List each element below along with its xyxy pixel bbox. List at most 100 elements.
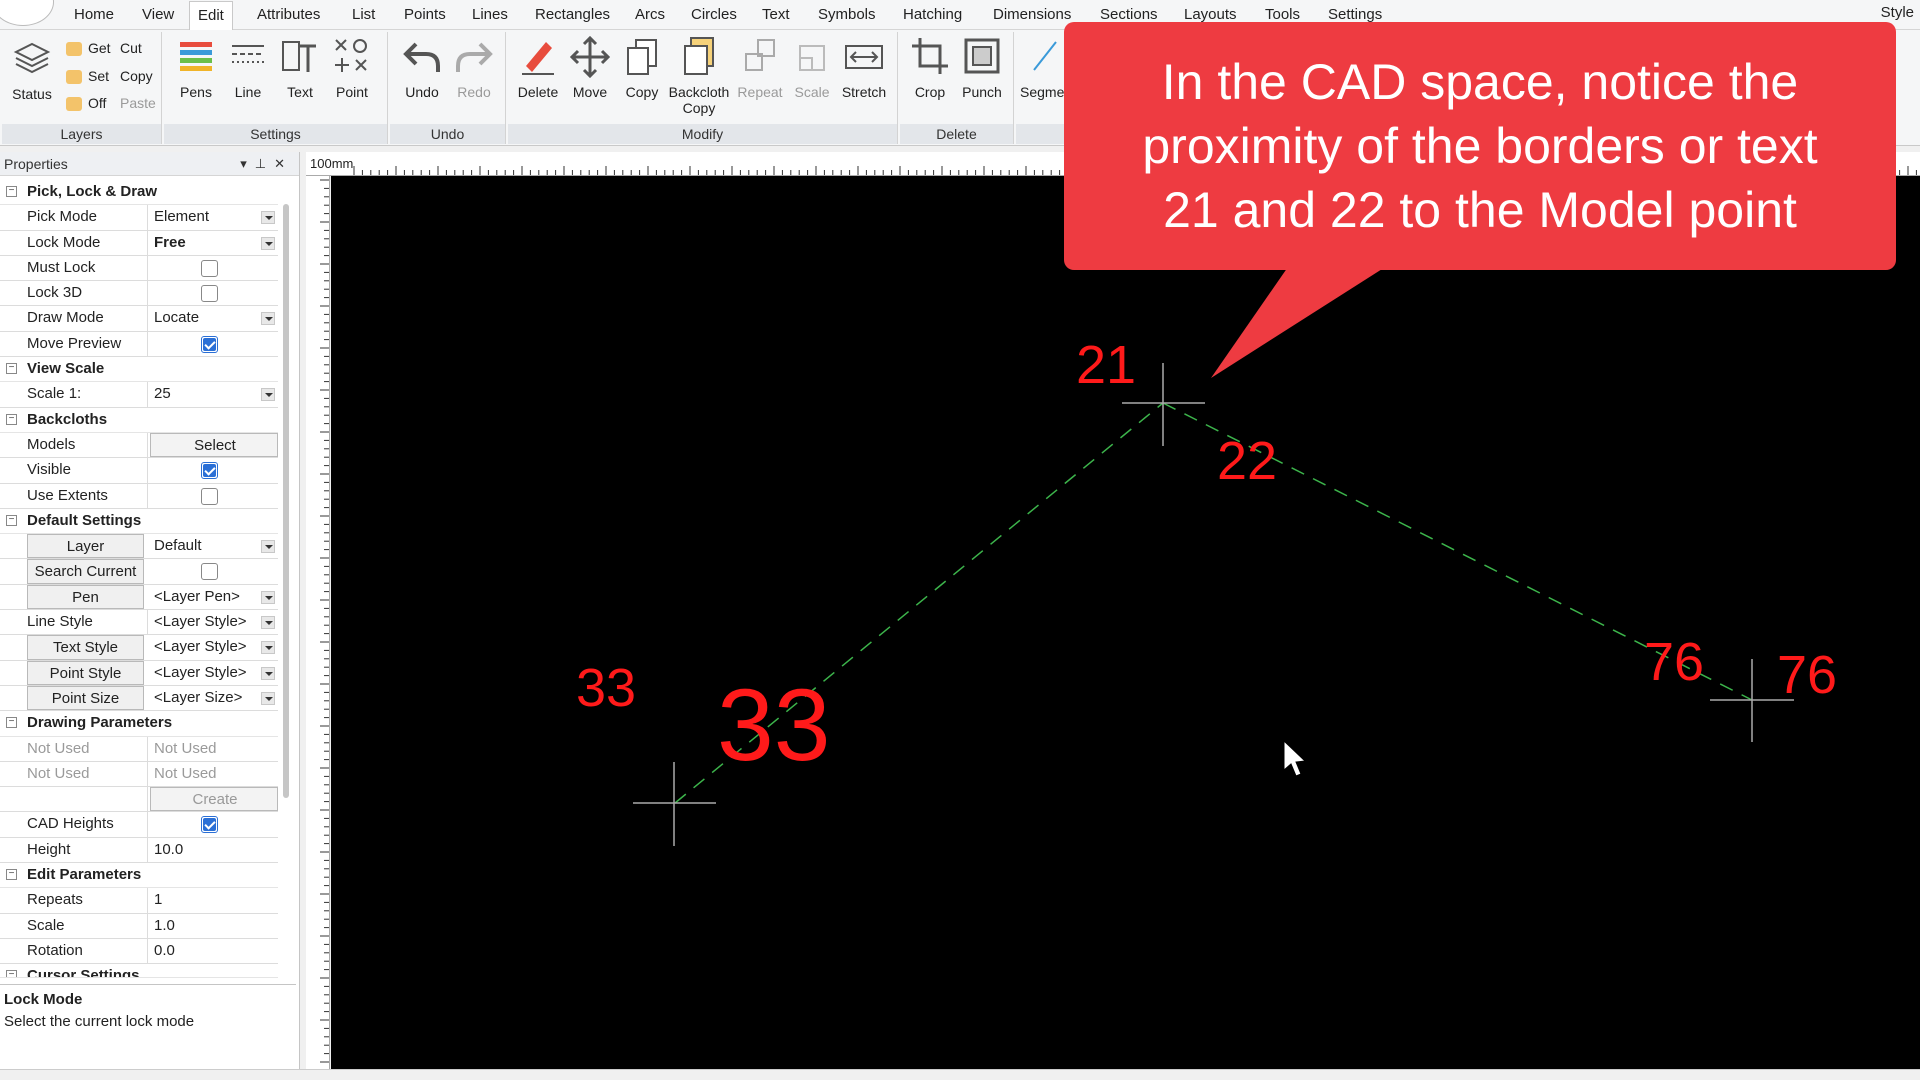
dropdown-arrow-icon[interactable] <box>261 616 275 630</box>
redo-button[interactable]: Redo <box>448 36 500 100</box>
cad-canvas[interactable]: 21 22 33 33 76 76 <box>331 176 1920 1069</box>
property-value[interactable]: 0.0 <box>152 939 278 963</box>
lock-3d-checkbox[interactable] <box>201 285 218 303</box>
point-settings-button[interactable]: Point <box>326 36 378 100</box>
cad-heights-checkbox[interactable] <box>201 816 218 834</box>
dropdown-arrow-icon[interactable] <box>261 312 275 326</box>
property-line-style[interactable]: Line Style <Layer Style> <box>0 610 278 636</box>
property-edit-scale[interactable]: Scale 1.0 <box>0 913 278 939</box>
menu-symbols[interactable]: Symbols <box>818 6 876 23</box>
property-visible[interactable]: Visible <box>0 458 278 484</box>
visible-checkbox[interactable] <box>201 462 218 480</box>
menu-home[interactable]: Home <box>74 6 114 23</box>
property-search-current[interactable]: Search Current <box>0 559 278 585</box>
move-preview-checkbox[interactable] <box>201 335 218 353</box>
property-value[interactable]: 10.0 <box>152 838 278 862</box>
category-drawing-parameters[interactable]: − Drawing Parameters <box>0 711 278 737</box>
point-size-button[interactable]: Point Size <box>27 685 144 711</box>
move-button[interactable]: Move <box>564 36 616 100</box>
menu-layouts[interactable]: Layouts <box>1184 6 1237 23</box>
property-value[interactable]: Default <box>152 534 278 558</box>
use-extents-checkbox[interactable] <box>201 487 218 505</box>
collapse-icon[interactable]: − <box>6 186 17 197</box>
property-lock-mode[interactable]: Lock Mode Free <box>0 230 278 256</box>
property-scale[interactable]: Scale 1: 25 <box>0 382 278 408</box>
application-button[interactable] <box>0 0 54 26</box>
menu-dimensions[interactable]: Dimensions <box>993 6 1071 23</box>
search-current-button[interactable]: Search Current <box>27 559 144 584</box>
punch-button[interactable]: Punch <box>956 36 1008 100</box>
layer-get-button[interactable]: Get <box>66 40 111 57</box>
pens-button[interactable]: Pens <box>170 36 222 100</box>
property-create[interactable]: Create <box>0 787 278 813</box>
menu-rectangles[interactable]: Rectangles <box>535 6 610 23</box>
dropdown-arrow-icon[interactable]: ▾ <box>240 156 255 171</box>
close-icon[interactable]: ✕ <box>274 156 293 171</box>
menu-view[interactable]: View <box>142 6 174 23</box>
dropdown-arrow-icon[interactable] <box>261 590 275 604</box>
property-text-style[interactable]: Text Style <Layer Style> <box>0 635 278 661</box>
dropdown-arrow-icon[interactable] <box>261 666 275 680</box>
property-value[interactable]: <Layer Style> <box>152 610 278 634</box>
collapse-icon[interactable]: − <box>6 514 17 526</box>
collapse-icon[interactable]: − <box>6 869 17 881</box>
menu-settings[interactable]: Settings <box>1328 6 1382 23</box>
dropdown-arrow-icon[interactable] <box>261 388 275 402</box>
property-cad-heights[interactable]: CAD Heights <box>0 812 278 838</box>
pen-button[interactable]: Pen <box>27 584 144 610</box>
delete-button[interactable]: Delete <box>512 36 564 100</box>
menu-attributes[interactable]: Attributes <box>257 6 320 23</box>
property-models[interactable]: Models Select <box>0 432 278 459</box>
property-value[interactable]: 1 <box>152 888 278 912</box>
property-draw-mode[interactable]: Draw Mode Locate <box>0 306 278 332</box>
dropdown-arrow-icon[interactable] <box>261 641 275 655</box>
copy-small-button[interactable]: Copy <box>120 68 153 84</box>
collapse-icon[interactable]: − <box>6 717 17 729</box>
status-button[interactable]: Status <box>6 38 58 102</box>
category-edit-parameters[interactable]: − Edit Parameters <box>0 863 278 889</box>
property-value[interactable]: <Layer Size> <box>152 686 278 710</box>
pin-icon[interactable]: ⊥ <box>255 156 274 171</box>
property-value[interactable]: 1.0 <box>152 914 278 938</box>
repeat-button[interactable]: Repeat <box>734 36 786 100</box>
dropdown-arrow-icon[interactable] <box>261 540 275 554</box>
property-value[interactable]: Locate <box>152 306 278 330</box>
property-value[interactable]: Free <box>152 231 278 255</box>
stretch-button[interactable]: Stretch <box>838 36 890 100</box>
menu-hatching[interactable]: Hatching <box>903 6 962 23</box>
property-value[interactable]: Element <box>152 205 278 229</box>
menu-arcs[interactable]: Arcs <box>635 6 665 23</box>
properties-scrollbar[interactable] <box>283 204 289 798</box>
menu-circles[interactable]: Circles <box>691 6 737 23</box>
menu-style[interactable]: Style <box>1881 4 1914 21</box>
property-value[interactable]: <Layer Pen> <box>152 585 278 609</box>
models-select-button[interactable]: Select <box>150 432 278 458</box>
line-settings-button[interactable]: Line <box>222 36 274 100</box>
category-backcloths[interactable]: − Backcloths <box>0 407 278 433</box>
search-current-checkbox[interactable] <box>201 563 218 581</box>
undo-button[interactable]: Undo <box>396 36 448 100</box>
copy-button[interactable]: Copy <box>616 36 668 100</box>
property-must-lock[interactable]: Must Lock <box>0 255 278 282</box>
menu-tools[interactable]: Tools <box>1265 6 1300 23</box>
paste-button[interactable]: Paste <box>120 95 156 111</box>
property-move-preview[interactable]: Move Preview <box>0 331 278 358</box>
create-button[interactable]: Create <box>150 787 278 812</box>
text-style-button[interactable]: Text Style <box>27 635 144 660</box>
property-point-size[interactable]: Point Size <Layer Size> <box>0 685 278 712</box>
crop-button[interactable]: Crop <box>904 36 956 100</box>
menu-edit[interactable]: Edit <box>189 1 233 31</box>
layer-set-button[interactable]: Set <box>66 68 109 85</box>
menu-points[interactable]: Points <box>404 6 446 23</box>
property-value[interactable]: 25 <box>152 382 278 406</box>
layer-off-button[interactable]: Off <box>66 95 106 112</box>
menu-text[interactable]: Text <box>762 6 790 23</box>
property-layer[interactable]: Layer Default <box>0 534 278 560</box>
property-pen[interactable]: Pen <Layer Pen> <box>0 584 278 611</box>
category-view-scale[interactable]: − View Scale <box>0 357 278 383</box>
collapse-icon[interactable]: − <box>6 413 17 425</box>
property-pick-mode[interactable]: Pick Mode Element <box>0 205 278 231</box>
must-lock-checkbox[interactable] <box>201 259 218 277</box>
dropdown-arrow-icon[interactable] <box>261 236 275 250</box>
menu-lines[interactable]: Lines <box>472 6 508 23</box>
